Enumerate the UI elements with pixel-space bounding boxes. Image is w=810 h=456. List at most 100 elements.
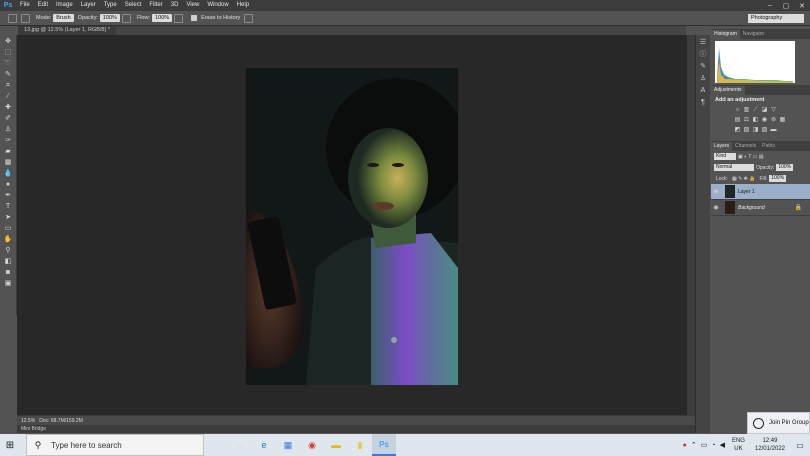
clock[interactable]: 12:49 12/01/2022 <box>755 437 785 453</box>
quick-mask-icon[interactable]: ◙ <box>3 269 13 277</box>
windows-start-icon[interactable]: ⊞ <box>0 440 20 451</box>
layer-row-layer1[interactable]: ◉ Layer 1 <box>711 184 810 200</box>
quick-select-tool-icon[interactable]: ✎ <box>3 71 13 79</box>
clone-source-panel-icon[interactable]: ♙ <box>699 75 707 83</box>
menu-image[interactable]: Image <box>52 0 77 11</box>
brightness-icon[interactable]: ☼ <box>733 106 742 114</box>
history-brush-tool-icon[interactable]: ✑ <box>3 137 13 145</box>
blur-tool-icon[interactable]: 💧 <box>3 170 13 178</box>
black-white-icon[interactable]: ◧ <box>751 116 760 124</box>
screen-mode-icon[interactable]: ▣ <box>3 280 13 288</box>
character-panel-icon[interactable]: A <box>699 87 707 95</box>
invert-icon[interactable]: ◩ <box>733 126 742 134</box>
eye-icon[interactable]: ◉ <box>711 204 721 211</box>
hue-saturation-icon[interactable]: ▤ <box>733 116 742 124</box>
levels-icon[interactable]: ▥ <box>742 106 751 114</box>
tray-app-icon[interactable]: ● <box>683 442 687 449</box>
network-icon[interactable]: ▭ <box>701 441 708 449</box>
layer-opacity-field[interactable]: 100% <box>776 164 794 171</box>
fill-field[interactable]: 100% <box>769 175 787 182</box>
menu-file[interactable]: File <box>16 0 34 11</box>
zoom-level[interactable]: 12.5% <box>21 418 35 424</box>
type-tool-icon[interactable]: T <box>3 203 13 211</box>
menu-edit[interactable]: Edit <box>34 0 52 11</box>
tab-navigator[interactable]: Navigator <box>740 30 767 39</box>
layer-row-background[interactable]: ◉ Background 🔒 <box>711 200 810 216</box>
filter-icons[interactable]: ▣ ◐ T ▭ ▤ <box>738 154 764 160</box>
menu-type[interactable]: Type <box>100 0 121 11</box>
lasso-tool-icon[interactable]: ➰ <box>3 60 13 68</box>
eye-icon[interactable]: ◉ <box>711 188 721 195</box>
store-icon[interactable]: ▦ <box>276 434 300 456</box>
taskbar-search[interactable]: ⚲ Type here to search <box>26 434 204 456</box>
lock-icons[interactable]: ▦ ✎ ✥ 🔒 <box>732 176 756 182</box>
healing-tool-icon[interactable]: ✚ <box>3 104 13 112</box>
hand-tool-icon[interactable]: ✋ <box>3 236 13 244</box>
eyedropper-tool-icon[interactable]: ⁄ <box>3 93 13 101</box>
notifications-icon[interactable]: ▭ <box>790 441 810 450</box>
workspace-select[interactable]: Photography <box>748 14 804 23</box>
history-panel-icon[interactable]: ☰ <box>699 39 707 47</box>
menu-3d[interactable]: 3D <box>167 0 183 11</box>
chevron-up-icon[interactable]: ⌃ <box>691 441 697 449</box>
menu-select[interactable]: Select <box>121 0 146 11</box>
tool-preset-icon[interactable] <box>8 13 17 23</box>
document-image[interactable] <box>246 68 458 385</box>
tab-adjustments[interactable]: Adjustments <box>711 86 745 95</box>
photoshop-taskbar-icon[interactable]: Ps <box>372 434 396 456</box>
file-explorer-icon[interactable]: ▬ <box>324 434 348 456</box>
flow-field[interactable]: 100% <box>152 14 173 22</box>
close-button[interactable]: ✕ <box>794 2 810 10</box>
menu-layer[interactable]: Layer <box>77 0 100 11</box>
posterize-icon[interactable]: ▧ <box>742 126 751 134</box>
brush-tool-icon[interactable]: ✐ <box>3 115 13 123</box>
gradient-map-icon[interactable]: ▬ <box>769 126 778 134</box>
erase-to-history-checkbox[interactable] <box>191 15 198 21</box>
notes-icon[interactable]: ▮ <box>348 434 372 456</box>
exposure-icon[interactable]: ◪ <box>760 106 769 114</box>
airbrush-icon[interactable] <box>174 13 184 23</box>
join-pin-group-button[interactable]: Join Pin Group <box>747 412 810 434</box>
tab-histogram[interactable]: Histogram <box>711 30 740 39</box>
properties-panel-icon[interactable]: ⓘ <box>699 51 707 59</box>
crop-tool-icon[interactable]: ⌗ <box>3 82 13 90</box>
color-lookup-icon[interactable]: ▦ <box>778 116 787 124</box>
language-indicator[interactable]: ENG UK <box>732 437 745 453</box>
opacity-field[interactable]: 100% <box>99 14 120 22</box>
clone-stamp-tool-icon[interactable]: ♙ <box>3 126 13 134</box>
blend-mode-select[interactable]: Normal <box>714 164 754 171</box>
zoom-tool-icon[interactable]: ⚲ <box>3 247 13 255</box>
mini-bridge-label[interactable]: Mini Bridge <box>21 426 46 432</box>
move-tool-icon[interactable]: ✥ <box>3 38 13 46</box>
dodge-tool-icon[interactable]: ● <box>3 181 13 189</box>
shape-tool-icon[interactable]: ▭ <box>3 225 13 233</box>
kind-filter-select[interactable]: Kind <box>714 153 736 160</box>
tab-paths[interactable]: Paths <box>759 142 778 151</box>
chrome-icon[interactable]: ◉ <box>300 434 324 456</box>
paragraph-panel-icon[interactable]: ¶ <box>699 99 707 107</box>
minimize-button[interactable]: – <box>762 2 778 10</box>
mode-select[interactable]: Brush <box>53 14 74 22</box>
marquee-tool-icon[interactable]: ⬚ <box>3 49 13 57</box>
menu-view[interactable]: View <box>182 0 203 11</box>
mini-bridge-bar[interactable]: Mini Bridge <box>17 425 695 433</box>
curves-icon[interactable]: ⟋ <box>751 106 760 114</box>
eraser-tool-icon[interactable]: ▰ <box>3 148 13 156</box>
edge-icon[interactable]: e <box>252 434 276 456</box>
tab-layers[interactable]: Layers <box>711 142 733 151</box>
task-view-icon[interactable]: ⧉ <box>228 434 252 456</box>
menu-help[interactable]: Help <box>233 0 253 11</box>
brush-panel-icon[interactable]: ✎ <box>699 63 707 71</box>
color-swatches-icon[interactable]: ◧ <box>3 258 13 266</box>
threshold-icon[interactable]: ◨ <box>751 126 760 134</box>
menu-filter[interactable]: Filter <box>145 0 166 11</box>
pressure-size-icon[interactable] <box>244 13 254 23</box>
document-tab[interactable]: 13.jpg @ 12.5% (Layer 1, RGB/8) * <box>18 26 116 35</box>
maximize-button[interactable]: ▢ <box>778 2 794 10</box>
brush-size-icon[interactable] <box>21 13 30 23</box>
channel-mixer-icon[interactable]: ⊚ <box>769 116 778 124</box>
cortana-icon[interactable]: ○ <box>204 434 228 456</box>
photo-filter-icon[interactable]: ◉ <box>760 116 769 124</box>
volume-icon[interactable]: ◀ <box>720 441 725 449</box>
vibrance-icon[interactable]: ▽ <box>769 106 778 114</box>
